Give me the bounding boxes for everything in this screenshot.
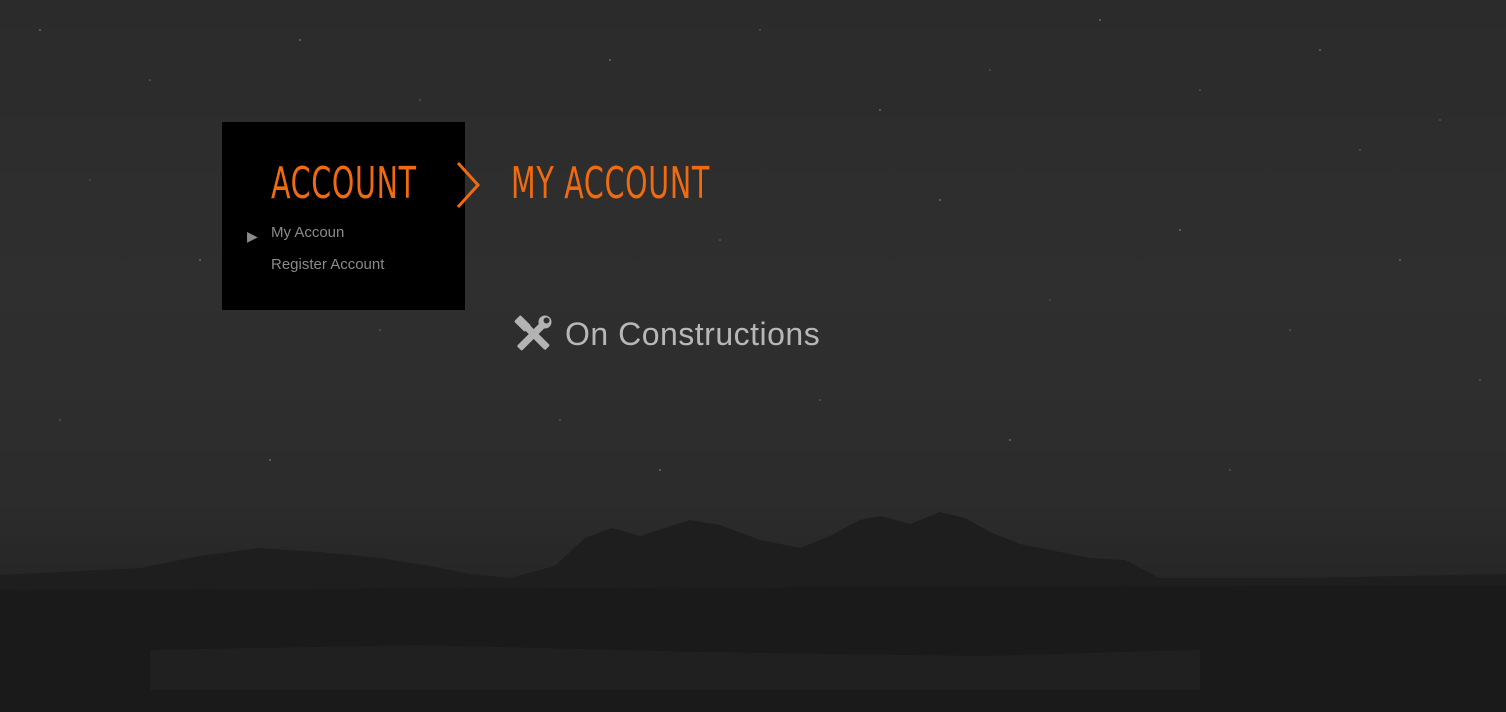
page-title: MY ACCOUNT	[511, 158, 711, 209]
chevron-right-icon	[456, 161, 481, 209]
night-landscape-background	[0, 19, 1506, 712]
page-background: ACCOUNT ▶ My Accoun Register Account MY …	[0, 0, 1506, 712]
sidebar-item-register-account[interactable]: Register Account	[246, 254, 384, 286]
tools-icon	[514, 315, 552, 351]
construction-notice: On Constructions	[514, 314, 820, 354]
sidebar-item-label: My Accoun	[271, 224, 345, 241]
account-sidebar-panel: ACCOUNT ▶ My Accoun Register Account	[222, 122, 465, 310]
notice-text: On Constructions	[565, 315, 821, 352]
sidebar-title: ACCOUNT	[271, 158, 417, 209]
sidebar-item-label: Register Account	[271, 256, 385, 273]
sidebar-item-my-account[interactable]: ▶ My Accoun	[246, 222, 384, 254]
sidebar-menu: ▶ My Accoun Register Account	[246, 222, 384, 286]
play-arrow-icon: ▶	[247, 228, 258, 244]
